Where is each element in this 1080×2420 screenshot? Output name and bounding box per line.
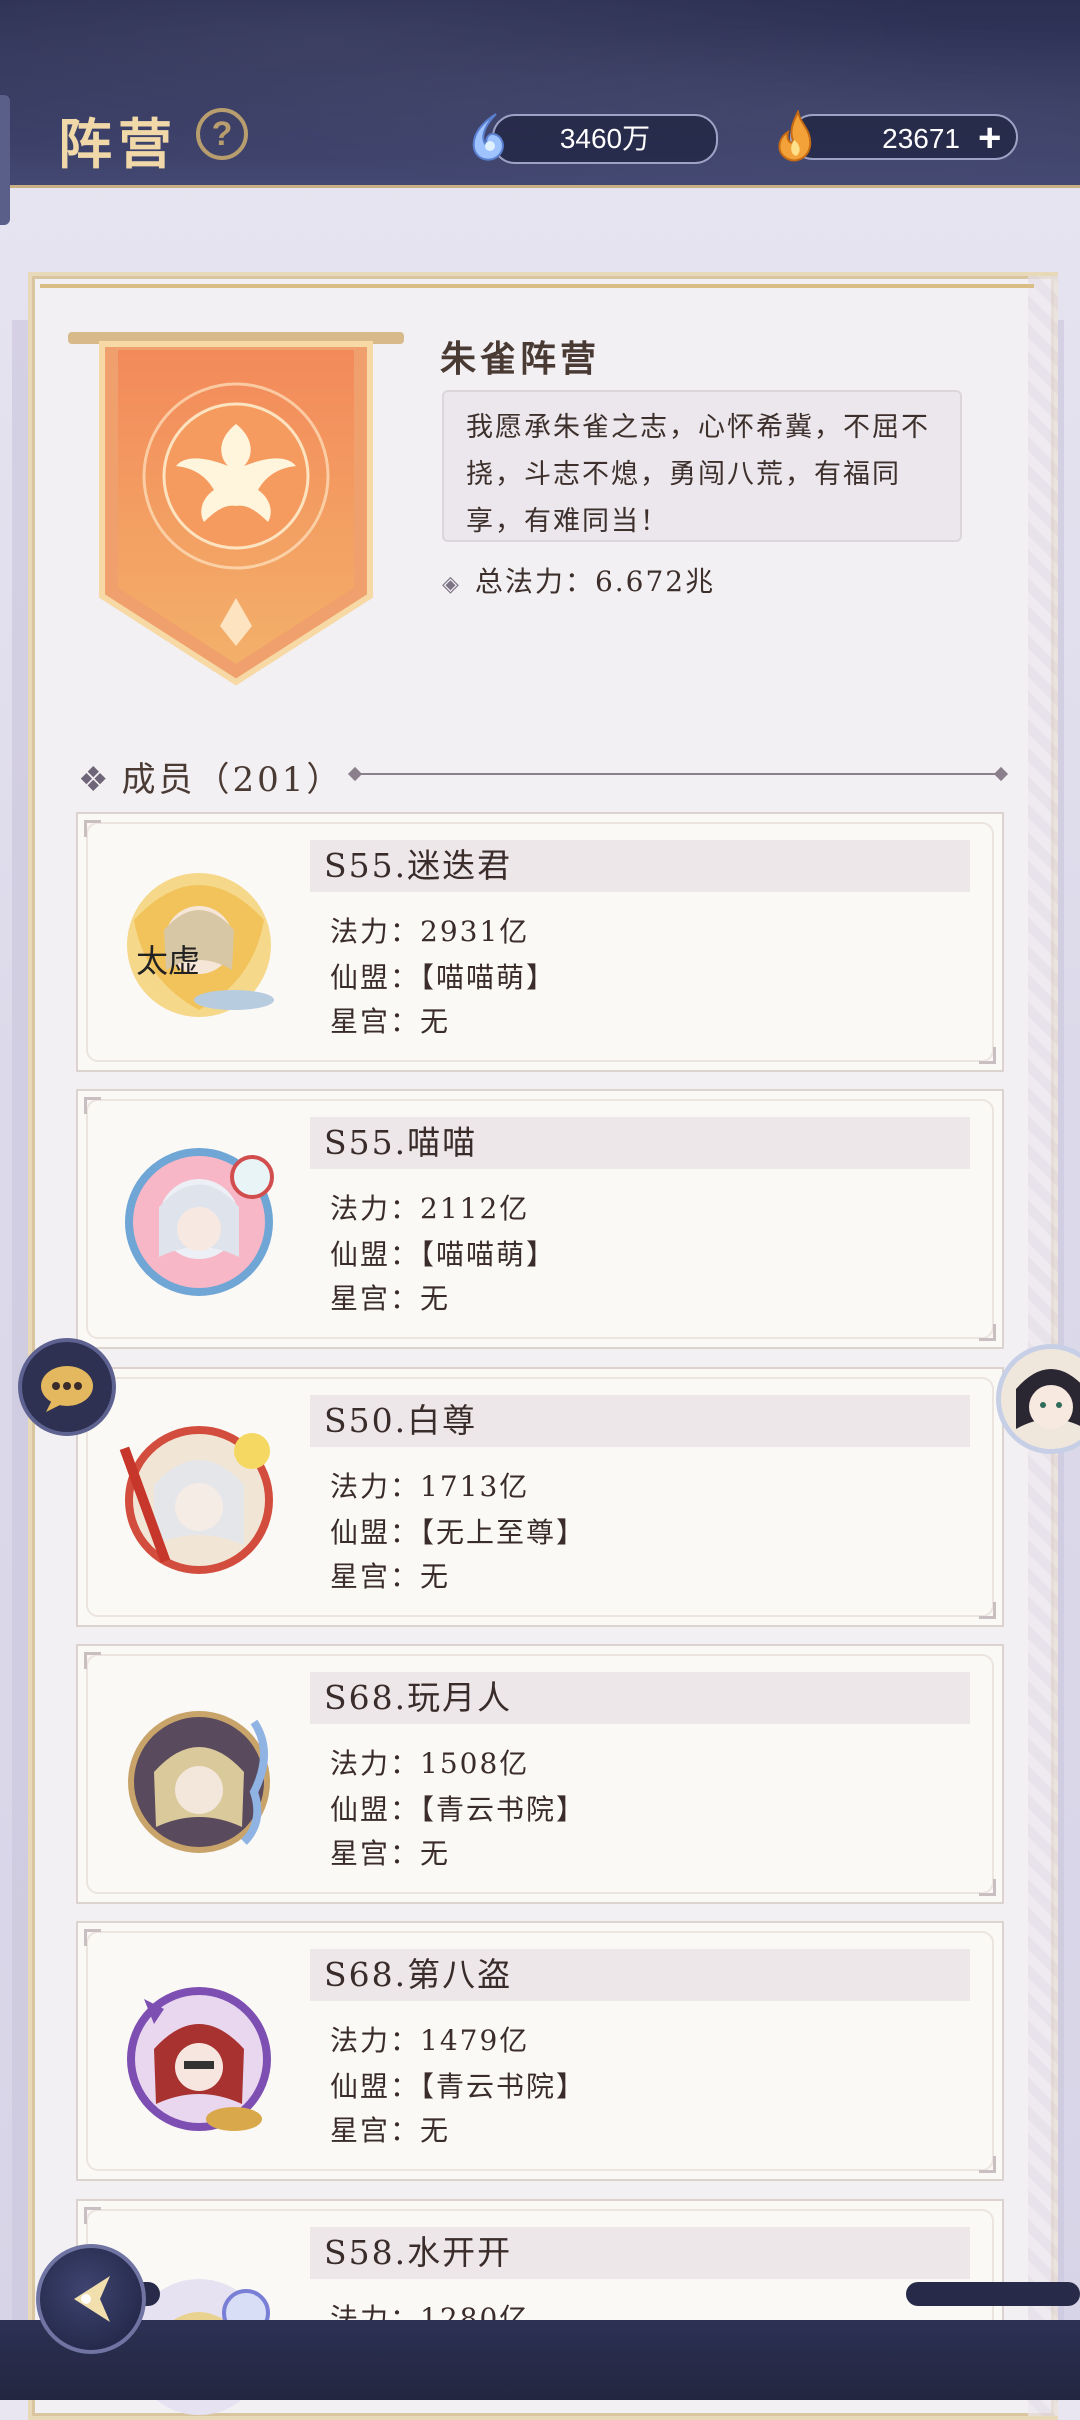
back-arrow-icon[interactable] bbox=[36, 2244, 146, 2354]
corner-ornament bbox=[84, 820, 101, 837]
member-card[interactable]: 太虚 S55.迷迭君 法力：2931亿 仙盟：【喵喵萌】 星宫：无 bbox=[76, 812, 1004, 1072]
members-count: （201） bbox=[195, 760, 344, 800]
member-name: S68.玩月人 bbox=[310, 1672, 970, 1724]
member-name: S55.喵喵 bbox=[310, 1117, 970, 1169]
members-label: 成员 bbox=[121, 760, 196, 800]
bottom-bar bbox=[0, 2320, 1080, 2400]
faction-name: 朱雀阵营 bbox=[440, 338, 601, 380]
faction-motto: 我愿承朱雀之志，心怀希冀，不屈不挠，斗志不熄，勇闯八荒，有福同享，有难同当！ bbox=[442, 390, 962, 542]
member-star-palace: 星宫：无 bbox=[330, 1837, 451, 1870]
page-title: 阵营 bbox=[58, 112, 178, 176]
member-alliance: 仙盟：【青云书院】 bbox=[330, 2070, 587, 2103]
chat-bubble-icon[interactable] bbox=[18, 1338, 116, 1436]
member-star-palace: 星宫：无 bbox=[330, 1282, 451, 1315]
member-power: 法力：1479亿 bbox=[330, 2024, 530, 2057]
member-power: 法力：1713亿 bbox=[330, 1470, 530, 1503]
member-name: S55.迷迭君 bbox=[310, 840, 970, 892]
corner-ornament bbox=[979, 1047, 996, 1064]
corner-ornament bbox=[979, 1602, 996, 1619]
corner-ornament bbox=[979, 1324, 996, 1341]
jade-droplet-icon bbox=[472, 113, 504, 161]
plus-icon[interactable]: + bbox=[978, 116, 1001, 161]
member-card[interactable]: S55.喵喵 法力：2112亿 仙盟：【喵喵萌】 星宫：无 bbox=[76, 1089, 1004, 1349]
member-avatar[interactable] bbox=[114, 1137, 284, 1307]
member-alliance: 仙盟：【喵喵萌】 bbox=[330, 961, 557, 994]
flame-icon bbox=[778, 110, 812, 162]
member-star-palace: 星宫：无 bbox=[330, 1560, 451, 1593]
left-edge-tab bbox=[0, 95, 10, 225]
corner-ornament bbox=[84, 1652, 101, 1669]
faction-total-power: ◈ 总法力：6.672兆 bbox=[442, 560, 715, 600]
question-icon[interactable]: ? bbox=[196, 108, 248, 160]
members-divider bbox=[356, 773, 1000, 775]
panel-top-border bbox=[40, 284, 1034, 288]
corner-ornament bbox=[84, 2207, 101, 2224]
vermilion-bird-banner-icon bbox=[68, 332, 404, 686]
member-name: S68.第八盗 bbox=[310, 1949, 970, 2001]
member-card[interactable]: S50.白尊 法力：1713亿 仙盟：【无上至尊】 星宫：无 bbox=[76, 1367, 1004, 1627]
member-star-palace: 星宫：无 bbox=[330, 1005, 451, 1038]
member-star-palace: 星宫：无 bbox=[330, 2114, 451, 2147]
member-name: S50.白尊 bbox=[310, 1395, 970, 1447]
total-power-value: 6.672兆 bbox=[594, 565, 716, 598]
member-avatar[interactable] bbox=[114, 1415, 284, 1585]
member-power: 法力：2112亿 bbox=[330, 1192, 530, 1225]
member-name: S58.水开开 bbox=[310, 2227, 970, 2279]
member-power: 法力：1508亿 bbox=[330, 1747, 530, 1780]
member-alliance: 仙盟：【无上至尊】 bbox=[330, 1516, 587, 1549]
member-card[interactable]: S68.第八盗 法力：1479亿 仙盟：【青云书院】 星宫：无 bbox=[76, 1921, 1004, 2181]
member-alliance: 仙盟：【喵喵萌】 bbox=[330, 1238, 557, 1271]
corner-ornament bbox=[979, 2156, 996, 2173]
member-card[interactable]: S68.玩月人 法力：1508亿 仙盟：【青云书院】 星宫：无 bbox=[76, 1644, 1004, 1904]
total-power-label: 总法力： bbox=[474, 565, 595, 598]
member-power: 法力：2931亿 bbox=[330, 915, 530, 948]
member-alliance: 仙盟：【青云书院】 bbox=[330, 1793, 587, 1826]
corner-ornament bbox=[979, 1879, 996, 1896]
diamond-icon: ◈ bbox=[442, 572, 461, 597]
ornament-icon: ❖ bbox=[78, 760, 112, 800]
corner-ornament bbox=[84, 1929, 101, 1946]
bottom-rail-right bbox=[906, 2282, 1080, 2306]
avatar-badge: 太虚 bbox=[136, 942, 200, 980]
member-avatar[interactable] bbox=[114, 1692, 284, 1862]
corner-ornament bbox=[84, 1097, 101, 1114]
currency-jade-display: 3460万 bbox=[492, 114, 718, 164]
member-avatar[interactable] bbox=[114, 1969, 284, 2139]
member-avatar[interactable]: 太虚 bbox=[114, 860, 284, 1030]
members-header: ❖ 成员（201） bbox=[78, 752, 343, 801]
